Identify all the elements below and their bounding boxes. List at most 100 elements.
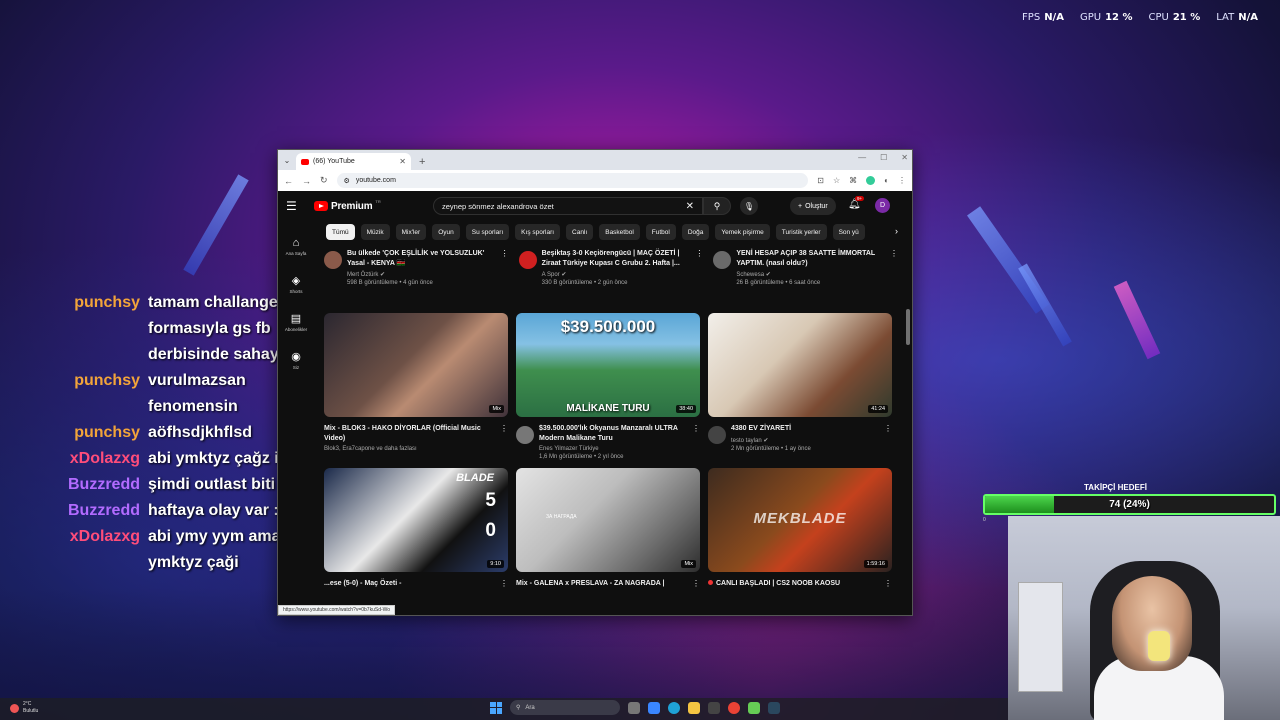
channel-name[interactable]: Enes Yilmazer Türkiye xyxy=(539,446,685,452)
youtube-logo[interactable]: Premium TR xyxy=(314,199,381,212)
channel-name[interactable]: testo taylan ✔ xyxy=(731,437,877,444)
filter-chip[interactable]: Canlı xyxy=(566,224,594,240)
video-card[interactable]: $39.500.000 MALİKANE TURU 38:40 $39.500.… xyxy=(516,313,700,460)
close-window-icon[interactable]: ✕ xyxy=(901,153,908,162)
chrome-icon[interactable] xyxy=(728,701,740,714)
create-button[interactable]: + Oluştur xyxy=(790,197,836,215)
chevron-right-icon[interactable]: › xyxy=(895,226,898,236)
filter-chip[interactable]: Tümü xyxy=(326,224,355,240)
video-card[interactable]: MEKBLADE 1:59:16 CANLI BAŞLADI | CS2 NOO… xyxy=(708,468,892,589)
filter-chip[interactable]: Turistik yerler xyxy=(775,224,827,240)
sidebar-item[interactable]: ◈ Shorts xyxy=(278,265,314,303)
store-icon[interactable] xyxy=(708,701,720,714)
more-options-icon[interactable]: ⋮ xyxy=(690,579,700,589)
video-title[interactable]: ...ese (5-0) - Maç Özeti - xyxy=(324,579,493,589)
channel-name[interactable]: Blok3, Era7capone ve daha fazlası xyxy=(324,446,493,452)
file-explorer-icon[interactable] xyxy=(688,701,700,714)
filter-chip[interactable]: Basketbol xyxy=(599,224,640,240)
tab-youtube[interactable]: (66) YouTube ✕ xyxy=(296,153,411,170)
channel-name[interactable]: Mert Öztürk ✔ xyxy=(347,271,494,278)
video-card[interactable]: ЗА НАГРАДА Mix Mix - GALENA x PRESLAVA -… xyxy=(516,468,700,589)
video-title[interactable]: Mix - GALENA x PRESLAVA - ZA NAGRADA | xyxy=(516,579,685,589)
video-thumbnail[interactable]: $39.500.000 MALİKANE TURU 38:40 xyxy=(516,313,700,417)
windows-start-icon[interactable] xyxy=(490,701,502,714)
tab-search-icon[interactable]: ⌄ xyxy=(278,150,296,170)
edge-icon[interactable] xyxy=(668,701,680,714)
video-thumbnail[interactable]: ЗА НАГРАДА Mix xyxy=(516,468,700,572)
extension-icon[interactable] xyxy=(866,176,876,185)
more-options-icon[interactable]: ⋮ xyxy=(690,424,700,460)
more-options-icon[interactable]: ⋮ xyxy=(888,249,898,305)
more-options-icon[interactable]: ⋮ xyxy=(498,579,508,589)
video-thumbnail[interactable]: Mix xyxy=(324,313,508,417)
voice-search-button[interactable]: 🎙︎ xyxy=(740,197,758,215)
new-tab-icon[interactable]: + xyxy=(411,156,433,170)
maximize-icon[interactable]: ☐ xyxy=(880,153,887,162)
filter-chip[interactable]: Futbol xyxy=(645,224,676,240)
channel-avatar[interactable] xyxy=(708,426,726,444)
video-title[interactable]: $39.500.000'lık Okyanus Manzaralı ULTRA … xyxy=(539,424,685,443)
filter-chip[interactable]: Kış sporları xyxy=(515,224,561,240)
video-title[interactable]: Beşiktaş 3-0 Keçiörengücü | MAÇ ÖZETİ | … xyxy=(542,249,689,268)
bookmark-star-icon[interactable]: ☆ xyxy=(833,176,840,185)
filter-chip[interactable]: Son yü xyxy=(832,224,865,240)
video-thumbnail[interactable]: MEKBLADE 1:59:16 xyxy=(708,468,892,572)
video-card[interactable]: 41:24 4380 EV ZİYARETİ testo taylan ✔ 2 … xyxy=(708,313,892,460)
reload-icon[interactable]: ↻ xyxy=(320,175,328,186)
video-title[interactable]: YENİ HESAP AÇIP 38 SAATTE İMMORTAL YAPTI… xyxy=(736,249,883,268)
channel-avatar[interactable] xyxy=(713,251,732,269)
app-icon[interactable] xyxy=(748,701,760,714)
channel-avatar[interactable] xyxy=(324,251,342,269)
search-input[interactable]: zeynep sönmez alexandrova özet ✕ xyxy=(433,197,703,215)
clear-search-icon[interactable]: ✕ xyxy=(686,201,694,212)
task-view-icon[interactable] xyxy=(628,701,640,714)
extensions-icon[interactable]: ⌘ xyxy=(849,176,857,185)
more-options-icon[interactable]: ⋮ xyxy=(498,424,508,452)
more-options-icon[interactable]: ⋮ xyxy=(882,424,892,452)
filter-chip[interactable]: Oyun xyxy=(432,224,460,240)
filter-chip[interactable]: Müzik xyxy=(360,224,390,240)
video-card[interactable]: Beşiktaş 3-0 Keçiörengücü | MAÇ ÖZETİ | … xyxy=(518,249,703,305)
filter-chip[interactable]: Su sporları xyxy=(465,224,510,240)
video-thumbnail[interactable]: BLADE 5 0 9:10 xyxy=(324,468,508,572)
back-icon[interactable]: ← xyxy=(284,176,293,186)
minimize-icon[interactable]: — xyxy=(858,153,866,162)
video-thumbnail[interactable]: 41:24 xyxy=(708,313,892,417)
search-button[interactable]: ⚲ xyxy=(703,197,731,215)
weather-widget[interactable]: 2°C Bulutlu xyxy=(10,701,38,715)
video-title[interactable]: Bu ülkede 'ÇOK EŞLİLİK ve YOLSUZLUK' Yas… xyxy=(347,249,494,268)
sidebar-item[interactable]: ⌂ Ana Sayfa xyxy=(278,227,314,265)
profile-icon[interactable]: ◐ xyxy=(884,176,889,185)
install-icon[interactable]: ⊡ xyxy=(817,176,824,185)
channel-avatar[interactable] xyxy=(518,251,537,269)
channel-name[interactable]: A Spor ✔ xyxy=(542,271,689,278)
video-card[interactable]: BLADE 5 0 9:10 ...ese (5-0) - Maç Özeti … xyxy=(324,468,508,589)
video-title[interactable]: 4380 EV ZİYARETİ xyxy=(731,424,877,434)
url-field[interactable]: ⚙ youtube.com xyxy=(336,173,809,188)
filter-chip[interactable]: Mix'ler xyxy=(395,224,427,240)
sidebar-item[interactable]: ▤ Abonelikler xyxy=(278,303,314,341)
video-card[interactable]: Bu ülkede 'ÇOK EŞLİLİK ve YOLSUZLUK' Yas… xyxy=(324,249,509,305)
account-avatar[interactable]: D xyxy=(875,198,890,213)
forward-icon[interactable]: → xyxy=(302,176,311,186)
channel-name[interactable]: Schewesa ✔ xyxy=(736,271,883,278)
video-card[interactable]: Mix Mix - BLOK3 - HAKO DİYORLAR (Officia… xyxy=(324,313,508,460)
scrollbar-thumb[interactable] xyxy=(906,309,910,345)
close-tab-icon[interactable]: ✕ xyxy=(399,157,406,166)
more-options-icon[interactable]: ⋮ xyxy=(882,579,892,589)
channel-avatar[interactable] xyxy=(516,426,534,444)
hamburger-menu-icon[interactable]: ☰ xyxy=(286,199,304,213)
copilot-icon[interactable] xyxy=(648,701,660,714)
taskbar-search[interactable]: ⚲ Ara xyxy=(510,700,620,715)
sidebar-item[interactable]: ◉ Siz xyxy=(278,341,314,379)
more-options-icon[interactable]: ⋮ xyxy=(693,249,703,305)
more-options-icon[interactable]: ⋮ xyxy=(499,249,509,305)
filter-chip[interactable]: Yemek pişirme xyxy=(715,224,770,240)
video-title[interactable]: Mix - BLOK3 - HAKO DİYORLAR (Official Mu… xyxy=(324,424,493,443)
filter-chip[interactable]: Doğa xyxy=(681,224,710,240)
steam-icon[interactable] xyxy=(768,701,780,714)
site-info-icon[interactable]: ⚙ xyxy=(344,177,350,185)
video-title[interactable]: CANLI BAŞLADI | CS2 NOOB KAOSU xyxy=(708,579,877,589)
video-card[interactable]: YENİ HESAP AÇIP 38 SAATTE İMMORTAL YAPTI… xyxy=(713,249,898,305)
menu-kebab-icon[interactable]: ⋮ xyxy=(898,176,906,185)
